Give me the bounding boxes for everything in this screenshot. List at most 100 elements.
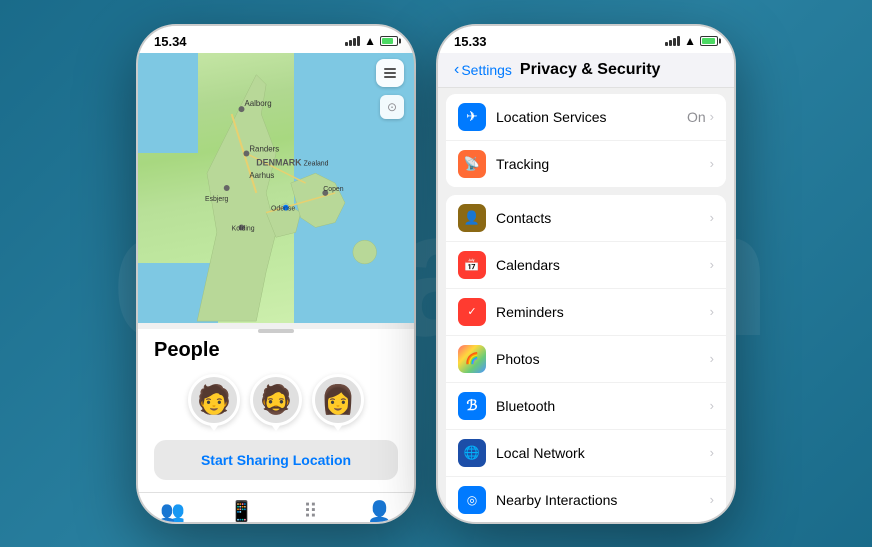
settings-row-contacts[interactable]: 👤 Contacts › xyxy=(446,195,726,242)
reminders-icon: ✓ xyxy=(458,298,486,326)
tab-devices[interactable]: 📱 Devices xyxy=(207,499,276,524)
tab-bar: 👥 People 📱 Devices ⠿ Items 👤 Me xyxy=(138,492,414,524)
calendars-icon: 📅 xyxy=(458,251,486,279)
nav-bar: ‹ Settings Privacy & Security xyxy=(438,53,734,88)
nearby-icon-symbol: ◎ xyxy=(467,493,477,507)
right-status-icons: ▲ xyxy=(665,34,718,48)
local-network-icon-symbol: 🌐 xyxy=(464,445,480,461)
avatar-1-wrapper: 🧑 xyxy=(188,374,240,426)
local-network-label: Local Network xyxy=(496,445,710,461)
layers-icon xyxy=(382,65,398,81)
right-wifi-icon: ▲ xyxy=(684,34,696,48)
calendars-icon-symbol: 📅 xyxy=(464,257,480,273)
tab-items-icon: ⠿ xyxy=(303,499,318,524)
contacts-label: Contacts xyxy=(496,210,710,226)
left-status-icons: ▲ xyxy=(345,34,398,48)
nearby-interactions-icon: ◎ xyxy=(458,486,486,514)
settings-row-calendars[interactable]: 📅 Calendars › xyxy=(446,242,726,289)
tab-people-icon: 👥 xyxy=(160,499,185,524)
photos-icon-symbol: 🌈 xyxy=(465,352,479,365)
tracking-chevron-icon: › xyxy=(710,156,714,171)
settings-row-tracking[interactable]: 📡 Tracking › xyxy=(446,141,726,187)
signal-bar-1 xyxy=(345,42,348,46)
svg-text:Aarhus: Aarhus xyxy=(249,171,274,180)
svg-text:Randers: Randers xyxy=(249,144,279,153)
tracking-icon-symbol: 📡 xyxy=(464,156,480,172)
photos-icon: 🌈 xyxy=(458,345,486,373)
signal-bar-4 xyxy=(357,36,360,46)
tab-me[interactable]: 👤 Me xyxy=(345,499,414,524)
svg-text:Esbjerg: Esbjerg xyxy=(205,195,228,202)
right-signal-bar-2 xyxy=(669,40,672,46)
settings-row-location[interactable]: ✈ Location Services On › xyxy=(446,94,726,141)
bluetooth-chevron-icon: › xyxy=(710,398,714,413)
location-chevron-icon: › xyxy=(710,109,714,124)
settings-row-nearby[interactable]: ◎ Nearby Interactions › xyxy=(446,477,726,524)
signal-icon xyxy=(345,36,360,46)
svg-text:Kolding: Kolding xyxy=(232,225,255,232)
signal-bar-2 xyxy=(349,40,352,46)
back-button[interactable]: ‹ Settings xyxy=(454,61,512,79)
nearby-chevron-icon: › xyxy=(710,492,714,507)
share-location-button[interactable]: Start Sharing Location xyxy=(154,440,398,480)
right-signal-icon xyxy=(665,36,680,46)
svg-text:Aalborg: Aalborg xyxy=(244,99,271,108)
left-status-bar: 15.34 ▲ xyxy=(138,26,414,53)
page-title: Privacy & Security xyxy=(520,61,661,79)
local-network-chevron-icon: › xyxy=(710,445,714,460)
wifi-icon: ▲ xyxy=(364,34,376,48)
people-title: People xyxy=(154,339,398,362)
bluetooth-icon-symbol: ℬ xyxy=(466,397,477,414)
reminders-chevron-icon: › xyxy=(710,304,714,319)
left-time: 15.34 xyxy=(154,34,187,49)
bluetooth-label: Bluetooth xyxy=(496,398,710,414)
right-battery-icon xyxy=(700,36,718,46)
photos-label: Photos xyxy=(496,351,710,367)
avatar-3[interactable]: 👩 xyxy=(312,374,364,426)
reminders-label: Reminders xyxy=(496,304,710,320)
avatar-2[interactable]: 🧔 xyxy=(250,374,302,426)
contacts-icon-symbol: 👤 xyxy=(464,210,480,226)
map-view[interactable]: Aalborg Randers Aarhus Esbjerg Kolding O… xyxy=(138,53,414,323)
settings-list: ✈ Location Services On › 📡 Tracking › xyxy=(438,88,734,524)
avatar-1[interactable]: 🧑 xyxy=(188,374,240,426)
settings-row-photos[interactable]: 🌈 Photos › xyxy=(446,336,726,383)
local-network-icon: 🌐 xyxy=(458,439,486,467)
bluetooth-icon: ℬ xyxy=(458,392,486,420)
map-layers-button[interactable] xyxy=(376,59,404,87)
reminders-icon-symbol: ✓ xyxy=(467,305,476,318)
back-arrow-icon: ‹ xyxy=(454,61,459,79)
avatar-3-wrapper: 👩 xyxy=(312,374,364,426)
tracking-icon: 📡 xyxy=(458,150,486,178)
settings-row-bluetooth[interactable]: ℬ Bluetooth › xyxy=(446,383,726,430)
drag-handle[interactable] xyxy=(258,329,294,333)
contacts-chevron-icon: › xyxy=(710,210,714,225)
location-services-label: Location Services xyxy=(496,109,687,125)
settings-row-reminders[interactable]: ✓ Reminders › xyxy=(446,289,726,336)
people-section: People 🧑 🧔 👩 Start Sharing Location xyxy=(138,329,414,492)
battery-icon xyxy=(380,36,398,46)
battery-fill xyxy=(382,38,393,44)
map-compass-button[interactable]: ⊙ xyxy=(380,95,404,119)
right-battery-fill xyxy=(702,38,715,44)
calendars-chevron-icon: › xyxy=(710,257,714,272)
phones-container: 15.34 ▲ xyxy=(136,24,736,524)
calendars-label: Calendars xyxy=(496,257,710,273)
tracking-label: Tracking xyxy=(496,156,710,172)
svg-text:DENMARK: DENMARK xyxy=(256,157,302,167)
photos-chevron-icon: › xyxy=(710,351,714,366)
signal-bar-3 xyxy=(353,38,356,46)
tab-people[interactable]: 👥 People xyxy=(138,499,207,524)
settings-row-local-network[interactable]: 🌐 Local Network › xyxy=(446,430,726,477)
svg-text:Zealand: Zealand xyxy=(304,160,329,167)
left-phone: 15.34 ▲ xyxy=(136,24,416,524)
location-icon-symbol: ✈ xyxy=(466,108,478,125)
tab-items[interactable]: ⠿ Items xyxy=(276,499,345,524)
svg-text:Copen: Copen xyxy=(323,185,343,192)
location-services-icon: ✈ xyxy=(458,103,486,131)
avatar-2-wrapper: 🧔 xyxy=(250,374,302,426)
settings-group-2: 👤 Contacts › 📅 Calendars › ✓ Remi xyxy=(446,195,726,524)
settings-group-1: ✈ Location Services On › 📡 Tracking › xyxy=(446,94,726,187)
tab-devices-icon: 📱 xyxy=(229,499,254,524)
right-signal-bar-4 xyxy=(677,36,680,46)
